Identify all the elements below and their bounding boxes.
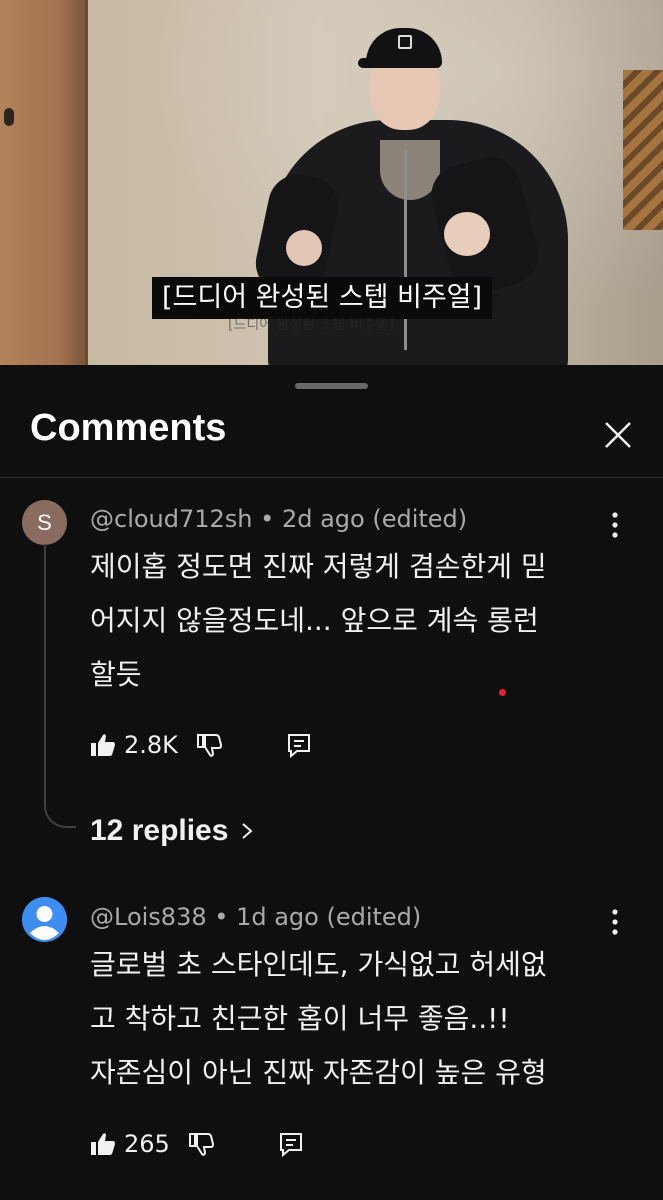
avatar[interactable] xyxy=(22,897,67,942)
avatar[interactable]: S xyxy=(22,500,67,545)
more-vert-icon[interactable] xyxy=(604,508,626,542)
sheet-drag-handle[interactable] xyxy=(295,383,368,389)
meta-separator: • xyxy=(260,505,282,533)
comment-author[interactable]: @cloud712sh xyxy=(90,505,253,533)
video-player[interactable]: [드디어 완성된 스텝 비주얼] [드디어 완성된 스텝 비주얼] xyxy=(0,0,663,365)
comment-text: 제이홉 정도면 진짜 저렇게 겸손한게 믿 어지지 않을정도네... 앞으로 계… xyxy=(90,540,620,702)
video-burned-caption: [드디어 완성된 스텝 비주얼] xyxy=(228,317,394,333)
comment-line: 어지지 않을정도네... 앞으로 계속 롱런 xyxy=(90,604,539,637)
comment-line: 자존심이 아닌 진짜 자존감이 높은 유형 xyxy=(90,1056,547,1089)
comment-time: 2d ago (edited) xyxy=(281,505,468,533)
comment-meta: @cloud712sh • 2d ago (edited) xyxy=(90,505,467,533)
comment-line: 제이홉 정도면 진짜 저렇게 겸손한게 믿 xyxy=(90,550,547,583)
comment-line: 고 착하고 친근한 홉이 너무 좋음..!! xyxy=(90,1002,510,1035)
video-subtitle: [드디어 완성된 스텝 비주얼] xyxy=(152,277,493,319)
meta-separator: • xyxy=(214,903,237,931)
close-icon[interactable] xyxy=(600,417,636,453)
replies-label: 12 replies xyxy=(90,814,229,847)
default-avatar-icon xyxy=(22,897,67,942)
like-count: 265 xyxy=(124,1130,170,1158)
comment-meta: @Lois838 • 1d ago (edited) xyxy=(90,903,421,931)
comment-actions: 265 xyxy=(90,1127,304,1161)
thread-line xyxy=(44,544,76,828)
view-replies-button[interactable]: 12 replies xyxy=(90,814,256,848)
thumbs-down-icon[interactable] xyxy=(188,1131,214,1157)
comment-author[interactable]: @Lois838 xyxy=(90,903,207,931)
reply-icon[interactable] xyxy=(278,1131,304,1157)
like-button[interactable]: 2.8K xyxy=(90,731,178,759)
like-count: 2.8K xyxy=(124,731,178,759)
video-staircase xyxy=(623,70,663,230)
sheet-title: Comments xyxy=(30,407,227,449)
thumbs-up-icon xyxy=(91,734,115,756)
video-door xyxy=(0,0,88,365)
sheet-divider xyxy=(0,477,663,478)
thumbs-down-icon[interactable] xyxy=(196,732,222,758)
red-dot xyxy=(499,689,506,696)
reply-icon[interactable] xyxy=(286,732,312,758)
more-vert-icon[interactable] xyxy=(604,905,626,939)
comment-text: 글로벌 초 스타인데도, 가식없고 허세없 고 착하고 친근한 홉이 너무 좋음… xyxy=(90,938,620,1100)
like-button[interactable]: 265 xyxy=(90,1130,170,1158)
comment-line: 할듯 xyxy=(90,658,142,691)
comment-line: 글로벌 초 스타인데도, 가식없고 허세없 xyxy=(90,948,547,981)
comment-actions: 2.8K xyxy=(90,728,312,762)
chevron-right-icon xyxy=(242,823,253,839)
comment-time: 1d ago (edited) xyxy=(236,903,422,931)
thumbs-up-icon xyxy=(91,1133,115,1155)
